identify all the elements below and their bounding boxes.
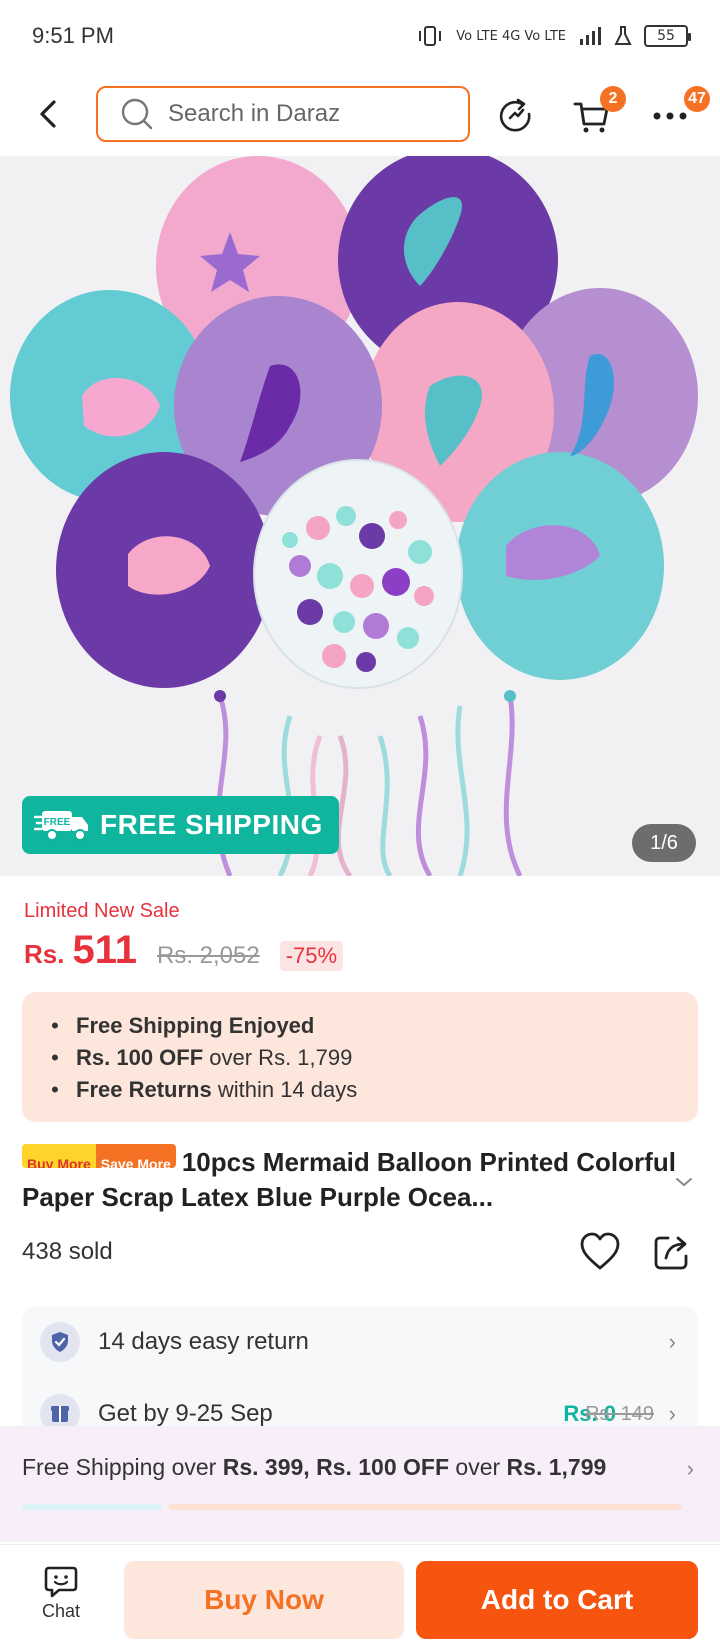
- promo-item: • Free Shipping Enjoyed: [51, 1013, 315, 1038]
- promo-bold: Free Returns: [76, 1077, 212, 1102]
- signal-icon: [580, 27, 601, 45]
- shipping-progress: [22, 1504, 682, 1510]
- delivery-text: Get by 9-25 Sep: [98, 1400, 273, 1427]
- sale-label: Limited New Sale: [24, 900, 180, 922]
- chat-icon: [44, 1566, 78, 1598]
- top-nav: Search in Daraz 2 47: [0, 78, 720, 150]
- more-badge: 47: [684, 86, 710, 112]
- cart-badge: 2: [600, 86, 626, 112]
- more-dots-icon: [653, 112, 687, 120]
- original-price: Rs. 2,052: [157, 942, 260, 969]
- discount-badge: -75%: [279, 941, 344, 971]
- heart-icon: [580, 1232, 620, 1270]
- status-icons: Vo LTE 4G Vo LTE 55: [416, 24, 691, 48]
- chevron-right-icon: ›: [668, 1401, 676, 1426]
- tag-buy-more: Buy More: [22, 1144, 96, 1168]
- search-icon: [121, 98, 153, 130]
- shipping-promo-text: Free Shipping over Rs. 399, Rs. 100 OFF …: [22, 1454, 698, 1481]
- status-bar: 9:51 PM Vo LTE 4G Vo LTE 55: [0, 0, 720, 72]
- sold-count: 438 sold: [22, 1238, 113, 1265]
- product-title: Buy More Save More 10pcs Mermaid Balloon P…: [22, 1144, 682, 1215]
- tag-save-more: Save More: [95, 1144, 176, 1168]
- promo-box: • Free Shipping Enjoyed • Rs. 100 OFF over…: [22, 992, 698, 1122]
- bottom-action-bar: Chat Buy Now Add to Cart: [0, 1544, 720, 1640]
- promo-bold: Free Shipping Enjoyed: [76, 1013, 315, 1038]
- product-image-carousel[interactable]: FREE FREE SHIPPING 1/6: [0, 156, 720, 876]
- return-text: 14 days easy return: [98, 1328, 309, 1355]
- vibrate-icon: [419, 26, 442, 46]
- share-button[interactable]: [650, 1230, 694, 1274]
- promo-item: • Rs. 100 OFF over Rs. 1,799: [51, 1045, 353, 1070]
- return-policy-row[interactable]: 14 days easy return ›: [22, 1306, 698, 1378]
- chevron-right-icon: ›: [668, 1329, 676, 1354]
- shield-check-icon: [40, 1322, 80, 1362]
- expand-title-button[interactable]: [672, 1170, 696, 1194]
- promo-item: • Free Returns within 14 days: [51, 1077, 358, 1102]
- search-input[interactable]: Search in Daraz: [96, 86, 470, 142]
- buy-more-save-more-tag: Buy More Save More: [22, 1144, 176, 1168]
- balloons-image: [10, 156, 698, 876]
- cart-button[interactable]: 2: [570, 86, 626, 138]
- buy-now-button[interactable]: Buy Now: [124, 1561, 404, 1639]
- wishlist-button[interactable]: [578, 1230, 622, 1274]
- search-placeholder: Search in Daraz: [168, 100, 341, 127]
- battery-icon: 55: [644, 25, 691, 47]
- promo-bold: Rs. 100 OFF: [76, 1045, 204, 1070]
- shipping-promo-banner[interactable]: Free Shipping over Rs. 399, Rs. 100 OFF …: [0, 1426, 720, 1542]
- back-button[interactable]: [32, 96, 64, 132]
- promo-rest: over Rs. 1,799: [203, 1045, 353, 1070]
- info-card: 14 days easy return › Get by 9-25 Sep Rs…: [22, 1306, 698, 1436]
- delivery-old-fee: Rs. 149: [585, 1402, 654, 1425]
- ship-bold-1: Rs. 399, Rs. 100 OFF: [222, 1454, 450, 1480]
- image-counter: 1/6: [632, 824, 696, 862]
- add-to-cart-button[interactable]: Add to Cart: [416, 1561, 698, 1639]
- promo-rest: within 14 days: [211, 1077, 358, 1102]
- history-button[interactable]: [494, 94, 538, 138]
- ship-text-2: over: [449, 1454, 507, 1480]
- chevron-right-icon: ›: [686, 1456, 694, 1481]
- free-shipping-banner: FREE FREE SHIPPING: [22, 796, 339, 854]
- price-row: Rs. 511 Rs. 2,052 -75%: [24, 928, 344, 973]
- chevron-left-icon: [40, 100, 56, 128]
- status-time: 9:51 PM: [32, 23, 114, 48]
- currency: Rs.: [24, 939, 65, 969]
- network-label: Vo LTE 4G Vo LTE: [456, 28, 566, 44]
- free-shipping-label: FREE SHIPPING: [100, 809, 323, 840]
- flask-icon: [614, 26, 632, 45]
- refresh-arrow-icon: [499, 98, 531, 132]
- delivery-truck-icon: FREE: [34, 811, 88, 841]
- free-tag-text: FREE: [44, 817, 71, 828]
- chat-label: Chat: [41, 1601, 81, 1621]
- current-price: 511: [72, 928, 137, 972]
- more-button[interactable]: 47: [648, 86, 710, 138]
- battery-level: 55: [657, 28, 675, 44]
- ship-bold-2: Rs. 1,799: [506, 1454, 607, 1480]
- ship-text-1: Free Shipping over: [22, 1454, 223, 1480]
- chevron-down-icon: [676, 1178, 692, 1187]
- chat-button[interactable]: Chat: [26, 1565, 96, 1622]
- share-icon: [654, 1236, 688, 1270]
